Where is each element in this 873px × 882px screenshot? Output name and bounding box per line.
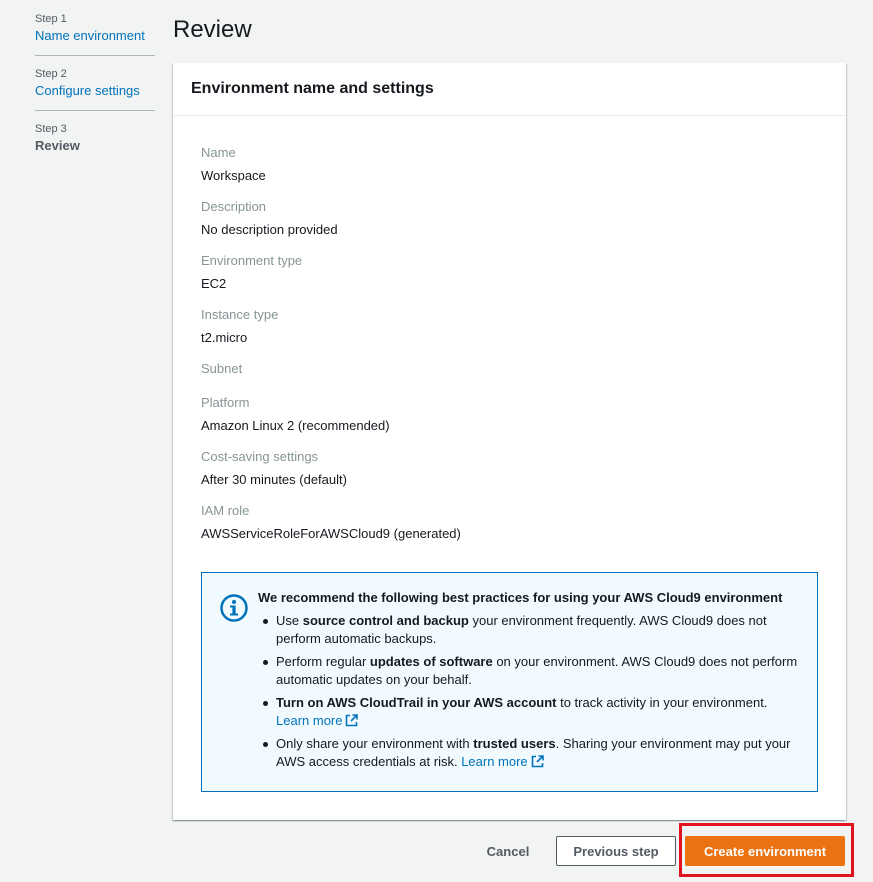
- field-label: Environment type: [201, 253, 303, 268]
- field-value: AWSServiceRoleForAWSCloud9 (generated): [201, 526, 461, 541]
- field-label: Subnet: [201, 361, 243, 376]
- step-number: Step 1: [35, 13, 67, 25]
- field-value: After 30 minutes (default): [201, 472, 347, 487]
- trusted-users-learn-more-link[interactable]: Learn more: [461, 754, 544, 769]
- list-item: Turn on AWS CloudTrail in your AWS accou…: [263, 694, 799, 730]
- panel-body: Name Workspace Description No descriptio…: [173, 116, 846, 543]
- step-link-name-environment[interactable]: Name environment: [35, 26, 155, 46]
- item-text: Only share your environment with: [276, 736, 474, 751]
- field-instance-type: Instance type t2.micro: [201, 306, 818, 347]
- field-cost-saving: Cost-saving settings After 30 minutes (d…: [201, 448, 818, 489]
- external-link-icon: [346, 714, 359, 727]
- item-emphasis: updates of software: [369, 654, 493, 669]
- field-environment-type: Environment type EC2: [201, 252, 818, 293]
- field-value: No description provided: [201, 222, 338, 237]
- item-emphasis: Turn on AWS CloudTrail in your AWS accou…: [276, 695, 557, 710]
- step-number: Step 3: [35, 123, 67, 135]
- link-label: Learn more: [461, 754, 528, 769]
- field-label: Cost-saving settings: [201, 449, 319, 464]
- step-number: Step 2: [35, 68, 67, 80]
- page-title: Review: [173, 16, 252, 43]
- item-text: Use: [276, 613, 303, 628]
- field-platform: Platform Amazon Linux 2 (recommended): [201, 394, 818, 435]
- field-label: Platform: [201, 395, 250, 410]
- field-label: IAM role: [201, 503, 250, 518]
- field-label: Name: [201, 145, 236, 160]
- settings-panel: Environment name and settings Name Works…: [173, 63, 846, 820]
- step-3: Step 3 Review: [35, 122, 155, 165]
- list-item: Use source control and backup your envir…: [263, 612, 799, 648]
- best-practices-info-box: We recommend the following best practice…: [201, 572, 818, 792]
- panel-title: Environment name and settings: [173, 63, 846, 116]
- field-name: Name Workspace: [201, 144, 818, 185]
- list-item: Only share your environment with trusted…: [263, 735, 799, 771]
- previous-step-button[interactable]: Previous step: [556, 836, 676, 866]
- create-environment-button[interactable]: Create environment: [685, 836, 845, 866]
- field-description: Description No description provided: [201, 198, 818, 239]
- field-value: EC2: [201, 276, 227, 291]
- external-link-icon: [531, 755, 544, 768]
- cancel-button[interactable]: Cancel: [470, 836, 546, 866]
- link-label: Learn more: [276, 713, 343, 728]
- step-2: Step 2 Configure settings: [35, 67, 155, 111]
- item-emphasis: source control and backup: [302, 613, 469, 628]
- field-label: Instance type: [201, 307, 279, 322]
- field-iam-role: IAM role AWSServiceRoleForAWSCloud9 (gen…: [201, 502, 818, 543]
- cloudtrail-learn-more-link[interactable]: Learn more: [276, 713, 359, 728]
- field-value: t2.micro: [201, 330, 248, 345]
- field-label: Description: [201, 199, 267, 214]
- wizard-actions: Cancel Previous step Create environment: [0, 836, 873, 866]
- list-item: Perform regular updates of software on y…: [263, 653, 799, 689]
- best-practices-list: Use source control and backup your envir…: [258, 612, 799, 771]
- item-text: to track activity in your environment.: [556, 695, 768, 710]
- step-current-review: Review: [35, 138, 80, 153]
- info-circle-icon: [220, 594, 248, 622]
- field-value: Amazon Linux 2 (recommended): [201, 418, 390, 433]
- info-title: We recommend the following best practice…: [258, 590, 783, 605]
- wizard-steps: Step 1 Name environment Step 2 Configure…: [35, 12, 155, 176]
- item-text: Perform regular: [276, 654, 370, 669]
- field-value: Workspace: [201, 168, 266, 183]
- field-subnet: Subnet: [201, 360, 818, 378]
- item-emphasis: trusted users: [473, 736, 556, 751]
- step-1: Step 1 Name environment: [35, 12, 155, 56]
- step-link-configure-settings[interactable]: Configure settings: [35, 81, 155, 101]
